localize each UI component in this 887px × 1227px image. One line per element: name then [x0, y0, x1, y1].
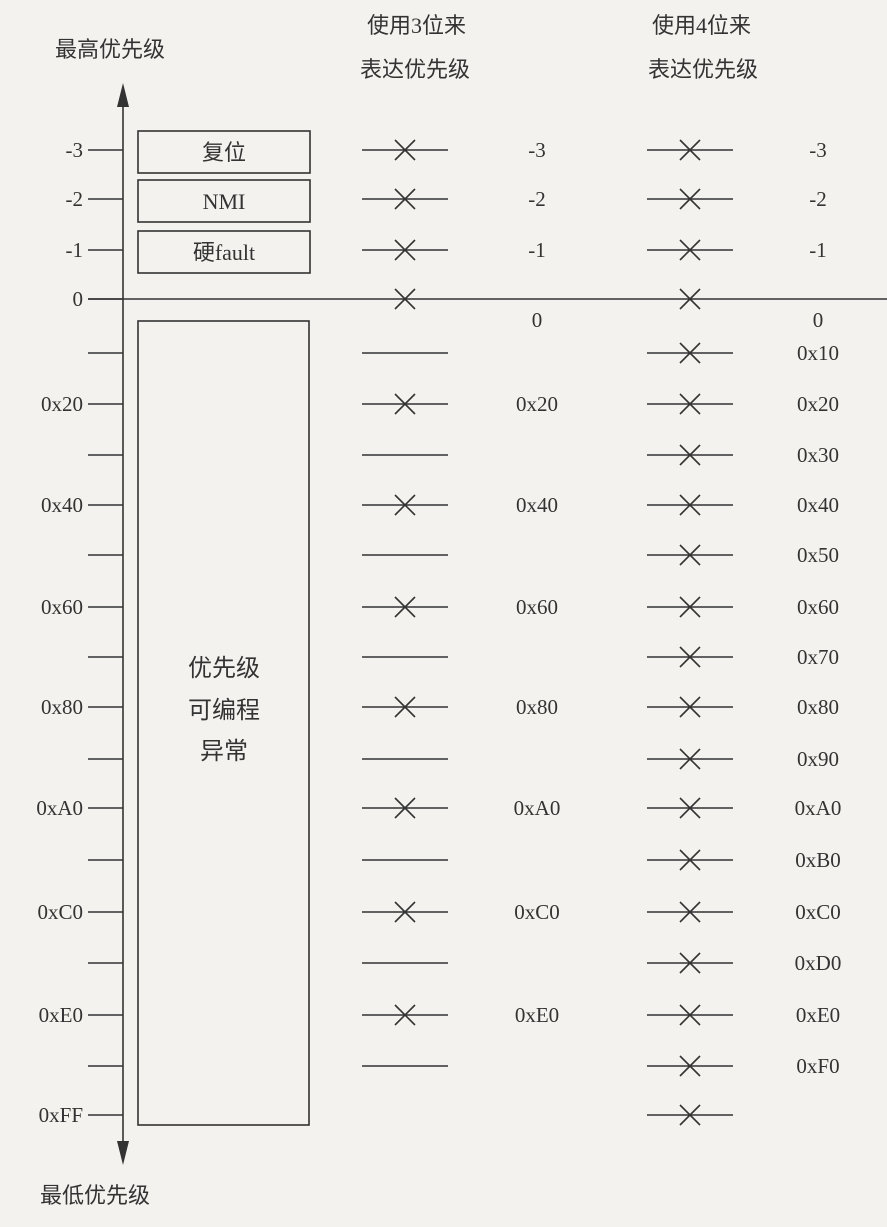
level-value-label: 0x50: [797, 543, 839, 567]
axis-ticks: -3 -2 -1 0 0x20 0x40 0x60 0x80 0xA0 0xC0 0xE0 0xFF: [36, 138, 123, 1127]
axis-tick-label: 0x60: [41, 595, 83, 619]
axis-tick-label: 0xA0: [36, 796, 83, 820]
programmable-label-line3: 异常: [200, 738, 248, 765]
level-value-label: 0x60: [797, 595, 839, 619]
axis-tick-label: 0x80: [41, 695, 83, 719]
axis-arrow-down: [117, 1141, 129, 1165]
priority-diagram: 最高优先级 使用3位来 表达优先级 使用4位来 表达优先级 最低优先级 复位 N…: [0, 0, 887, 1227]
priority-levels-figure: 最高优先级 使用3位来 表达优先级 使用4位来 表达优先级 最低优先级 复位 N…: [36, 13, 887, 1208]
bits3-header-line1: 使用3位来: [367, 13, 466, 38]
axis-tick-label: 0: [73, 287, 84, 311]
level-value-label: -2: [528, 187, 546, 211]
highest-priority-label: 最高优先级: [55, 37, 165, 62]
level-value-label: 0xA0: [795, 796, 842, 820]
axis-tick-label: -2: [66, 187, 84, 211]
nmi-label: NMI: [203, 189, 246, 214]
lowest-priority-label: 最低优先级: [40, 1183, 150, 1208]
bits4-levels: -3 -2 -1 0 0x10 0x20 0x30 0x40 0x50 0x60 0x70 0x80 0…: [647, 138, 842, 1126]
level-value-label: 0xF0: [796, 1054, 839, 1078]
level-value-label: 0x30: [797, 443, 839, 467]
level-value-label: -1: [809, 238, 827, 262]
level-value-label: 0xD0: [795, 951, 842, 975]
axis-tick-label: -3: [66, 138, 84, 162]
axis-arrow-up: [117, 83, 129, 107]
bits4-header-line2: 表达优先级: [648, 57, 758, 82]
level-value-label: 0xB0: [795, 848, 841, 872]
level-value-label: 0: [813, 308, 824, 332]
reset-label: 复位: [202, 140, 246, 165]
axis-tick-label: 0x40: [41, 493, 83, 517]
level-value-label: 0xC0: [514, 900, 560, 924]
level-value-label: 0x20: [797, 392, 839, 416]
level-value-label: 0xE0: [796, 1003, 840, 1027]
level-value-label: 0x80: [797, 695, 839, 719]
level-value-label: 0: [532, 308, 543, 332]
programmable-label-line1: 优先级: [188, 655, 260, 682]
bits3-levels: -3 -2 -1 0 0x20 0x40 0x60 0x80 0xA0 0xC0 0xE0: [362, 138, 561, 1067]
level-value-label: -3: [528, 138, 546, 162]
hardfault-label: 硬fault: [193, 240, 255, 265]
axis-tick-label: -1: [66, 238, 84, 262]
axis-tick-label: 0xE0: [39, 1003, 83, 1027]
level-value-label: 0x60: [516, 595, 558, 619]
level-value-label: -1: [528, 238, 546, 262]
level-value-label: 0x10: [797, 341, 839, 365]
programmable-label-line2: 可编程: [188, 697, 260, 724]
level-value-label: 0x20: [516, 392, 558, 416]
level-value-label: 0x70: [797, 645, 839, 669]
bits3-header-line2: 表达优先级: [360, 57, 470, 82]
level-value-label: 0xA0: [514, 796, 561, 820]
axis-tick-label: 0xFF: [39, 1103, 83, 1127]
level-value-label: 0x40: [516, 493, 558, 517]
level-value-label: 0xE0: [515, 1003, 559, 1027]
level-value-label: 0x80: [516, 695, 558, 719]
level-value-label: 0xC0: [795, 900, 841, 924]
axis-tick-label: 0x20: [41, 392, 83, 416]
bits4-header-line1: 使用4位来: [652, 13, 751, 38]
level-value-label: -3: [809, 138, 827, 162]
axis-tick-label: 0xC0: [37, 900, 83, 924]
level-value-label: 0x40: [797, 493, 839, 517]
level-value-label: 0x90: [797, 747, 839, 771]
level-value-label: -2: [809, 187, 827, 211]
